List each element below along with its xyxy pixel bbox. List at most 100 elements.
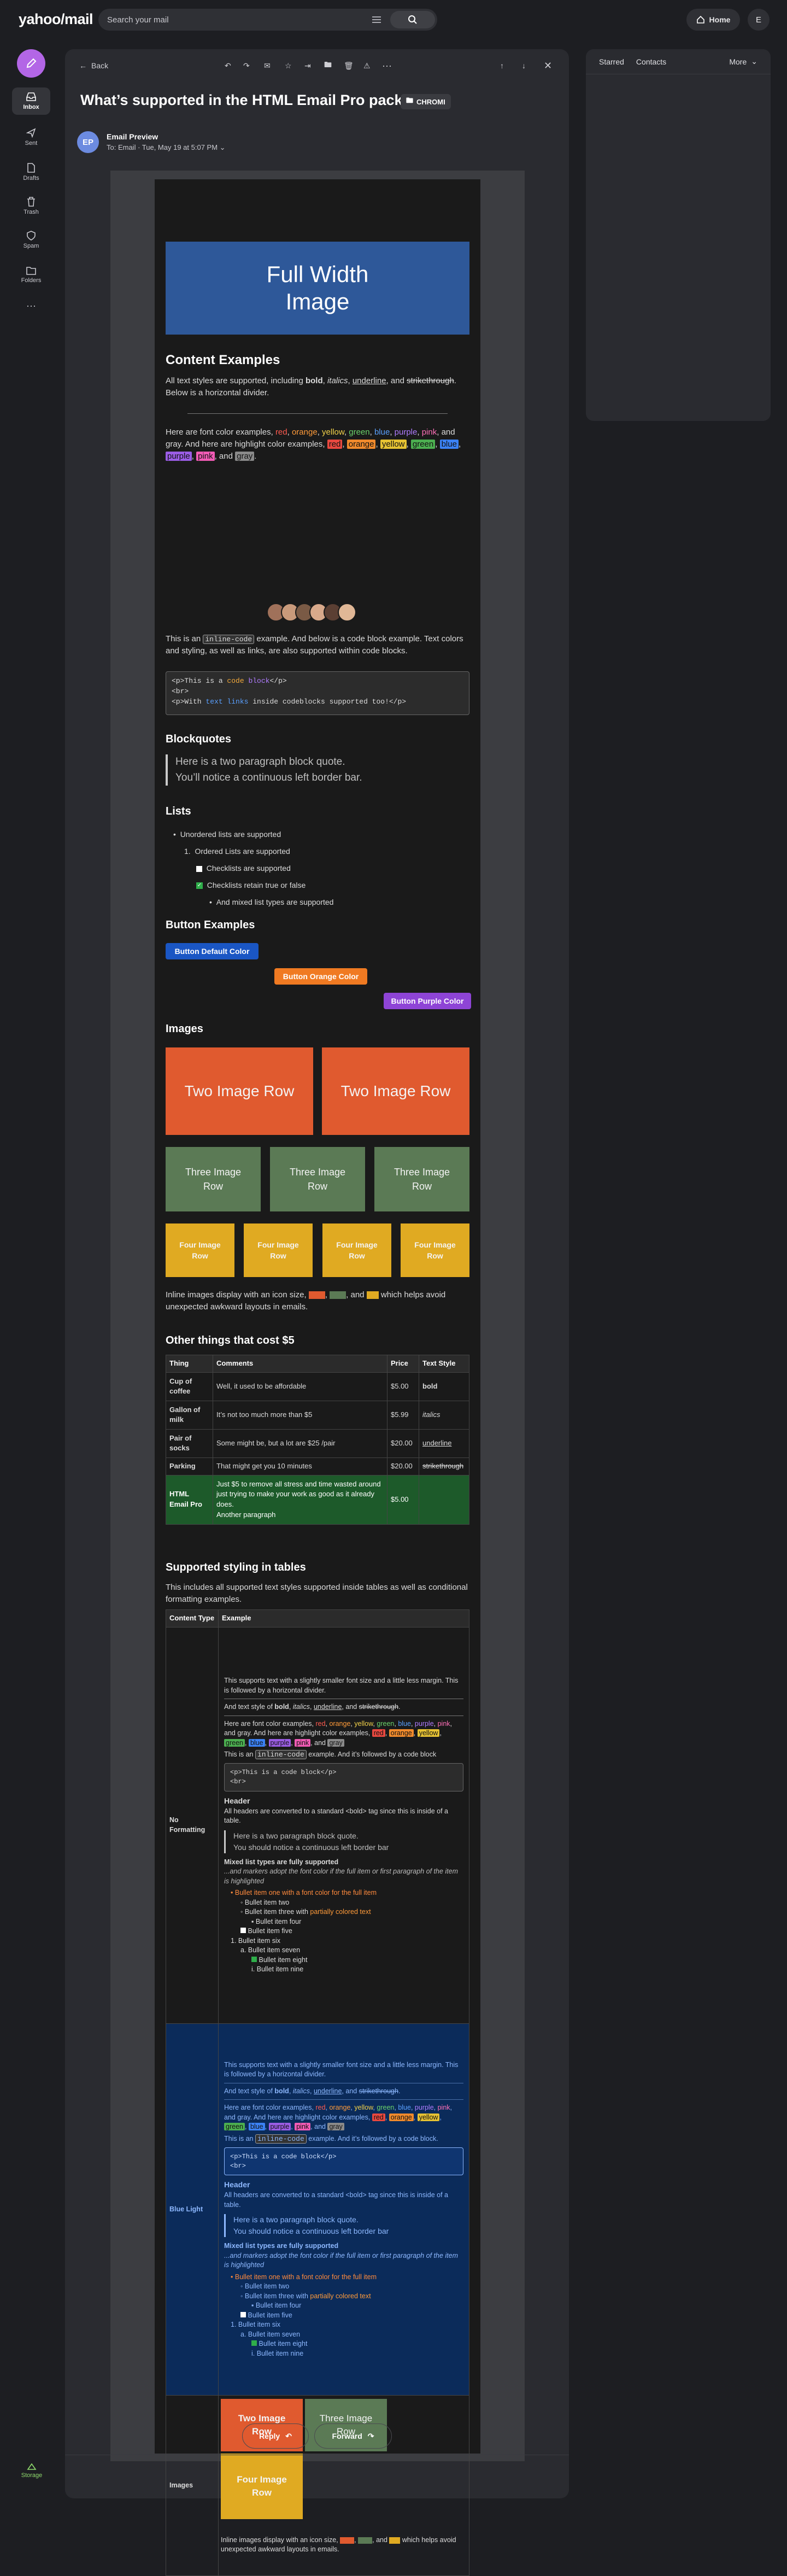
- lists-example: • Unordered lists are supported 1. Order…: [166, 826, 469, 911]
- email-body: Full Width Image Content Examples All te…: [155, 179, 480, 2576]
- three-image-row-image: Three Image Row: [166, 1147, 261, 1211]
- table-row-html-email-pro: HTML Email Pro Just $5 to remove all str…: [166, 1474, 469, 1525]
- forward-icon: ↷: [367, 2431, 374, 2440]
- reply-label: Reply: [259, 2432, 280, 2440]
- spam-icon[interactable]: ⚠: [363, 59, 371, 72]
- table-row: Parking That might get you 10 minutes $20.…: [166, 1457, 469, 1476]
- right-pane-header: Starred Contacts More ⌄: [586, 49, 771, 74]
- button-purple-color[interactable]: Button Purple Color: [384, 993, 471, 1009]
- table-row-blue-light: Blue Light This supports text with a sli…: [166, 2023, 469, 2396]
- advanced-search-icon[interactable]: [368, 11, 385, 28]
- home-icon: [696, 15, 704, 24]
- mark-unread-icon[interactable]: ✉: [264, 59, 271, 72]
- two-image-row-image: Two Image Row: [322, 1047, 469, 1135]
- send-icon: [26, 128, 36, 138]
- message-toolbar: ← Back ↶ ↷ ✉ ☆ ⇥ 🖿 🗑 ⚠ ··· ↑ ↓ ✕: [65, 49, 569, 82]
- sidebar-item-label: Trash: [24, 209, 39, 215]
- message-subject: What’s supported in the HTML Email Pro p…: [80, 92, 403, 108]
- star-icon[interactable]: ☆: [285, 59, 292, 72]
- draft-icon: [27, 163, 35, 173]
- sidebar-item-drafts[interactable]: Drafts: [12, 159, 50, 186]
- folder-icon[interactable]: 🖿: [324, 59, 332, 72]
- avatar-group: [267, 603, 356, 622]
- chevron-down-icon[interactable]: ⌄: [751, 57, 757, 66]
- sidebar-item-sent[interactable]: Sent: [12, 124, 50, 151]
- four-image-row-image: Four Image Row: [322, 1223, 391, 1277]
- yahoo-mail-logo[interactable]: yahoo/mail: [19, 11, 93, 28]
- search-icon: [408, 15, 417, 24]
- sidebar-item-label: Spam: [23, 243, 39, 249]
- inline-images-paragraph: Inline images display with an icon size,…: [166, 1290, 446, 1312]
- button-orange-color[interactable]: Button Orange Color: [274, 968, 367, 985]
- search-button[interactable]: [390, 11, 435, 28]
- previous-message-icon[interactable]: ↑: [500, 59, 504, 72]
- forward-label: Forward: [332, 2432, 362, 2440]
- delete-icon[interactable]: 🗑: [344, 59, 354, 72]
- move-icon[interactable]: ⇥: [304, 59, 311, 72]
- profile-button[interactable]: E: [748, 9, 770, 31]
- forward-button[interactable]: Forward ↷: [314, 2423, 392, 2449]
- reply-icon[interactable]: ↶: [225, 59, 231, 72]
- trash-icon: [27, 197, 35, 207]
- table-header-row: Thing Comments Price Text Style: [166, 1355, 469, 1373]
- three-image-row-image: Three Image Row: [374, 1147, 469, 1211]
- chevron-down-icon: ⌄: [219, 143, 226, 151]
- home-label: Home: [709, 15, 731, 24]
- button-default-color[interactable]: Button Default Color: [166, 943, 259, 959]
- forward-icon[interactable]: ↷: [243, 59, 250, 72]
- search-input[interactable]: Search your mail: [107, 15, 368, 25]
- sidebar-item-folders[interactable]: Folders: [12, 261, 50, 289]
- top-bar: yahoo/mail Search your mail Home E: [0, 0, 787, 39]
- four-image-row-image: Four Image Row: [401, 1223, 469, 1277]
- supported-styling-intro: This includes all supported text styles …: [166, 1583, 468, 1604]
- sidebar-item-inbox[interactable]: Inbox: [12, 87, 50, 115]
- message-card: ← Back ↶ ↷ ✉ ☆ ⇥ 🖿 🗑 ⚠ ··· ↑ ↓ ✕ What’s …: [65, 49, 569, 2576]
- sidebar-item-spam[interactable]: Spam: [12, 226, 50, 254]
- images-heading: Images: [166, 1023, 203, 1035]
- recipient-line[interactable]: To: Email · Tue, May 19 at 5:07 PM ⌄: [107, 143, 226, 152]
- inbox-icon: [26, 92, 36, 101]
- next-message-icon[interactable]: ↓: [522, 59, 526, 72]
- compose-button[interactable]: [17, 49, 45, 78]
- content-examples-heading: Content Examples: [166, 353, 280, 367]
- list-item: 1. Ordered Lists are supported: [184, 847, 290, 856]
- sender-name[interactable]: Email Preview: [107, 132, 158, 141]
- back-arrow-icon: ←: [79, 61, 87, 70]
- folder-icon: [26, 267, 36, 275]
- two-image-row-image: Two Image Row: [166, 1047, 313, 1135]
- table-row: Cup of coffee Well, it used to be afforda…: [166, 1372, 469, 1401]
- sender-avatar[interactable]: EP: [77, 131, 99, 153]
- starred-tab[interactable]: Starred: [599, 57, 624, 66]
- contacts-tab[interactable]: Contacts: [636, 57, 666, 66]
- back-button[interactable]: ← Back: [79, 59, 108, 72]
- avatar: [338, 603, 356, 622]
- list-item: • Unordered lists are supported: [173, 830, 281, 839]
- sidebar-item-label: Folders: [21, 277, 42, 284]
- inline-image: [330, 1291, 346, 1299]
- shield-icon: [27, 231, 36, 241]
- four-image-row-image: Four Image Row: [244, 1223, 313, 1277]
- more-menu[interactable]: More: [729, 57, 747, 66]
- list-item: • And mixed list types are supported: [209, 898, 334, 906]
- blockquotes-heading: Blockquotes: [166, 733, 232, 745]
- sidebar-item-label: Drafts: [23, 175, 39, 182]
- full-width-image: Full Width Image: [166, 242, 469, 335]
- storage-indicator[interactable]: Storage: [16, 2463, 47, 2479]
- sidebar-item-trash[interactable]: Trash: [12, 192, 50, 220]
- right-pane: Starred Contacts More ⌄: [586, 49, 771, 421]
- home-button[interactable]: Home: [686, 9, 740, 31]
- storage-icon: [27, 2463, 37, 2470]
- reply-button[interactable]: Reply ↶: [242, 2423, 309, 2449]
- four-image-row-image: Four Image Row: [166, 1223, 234, 1277]
- more-folders-icon[interactable]: ···: [12, 298, 50, 313]
- search-bar[interactable]: Search your mail: [98, 9, 437, 31]
- pencil-icon: [26, 58, 37, 68]
- cost-table: Thing Comments Price Text Style Cup of c…: [166, 1355, 469, 1525]
- content-paragraph: All text styles are supported, including…: [166, 376, 456, 397]
- code-block: <p>This is a code block</p> <br> <p>With…: [166, 671, 469, 715]
- sidebar-item-label: Sent: [25, 140, 38, 147]
- more-actions-icon[interactable]: ···: [382, 59, 392, 72]
- inline-image: [308, 1291, 325, 1299]
- close-icon[interactable]: ✕: [544, 59, 552, 72]
- folder-chip[interactable]: 🖿 CHROMI: [401, 94, 451, 109]
